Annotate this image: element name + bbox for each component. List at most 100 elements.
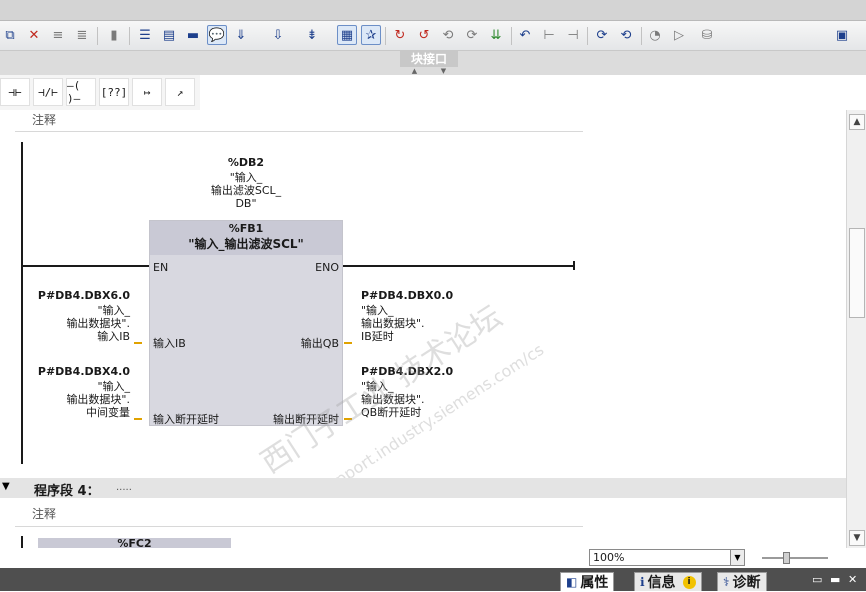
- save-snapshot-icon[interactable]: ⟳: [462, 25, 482, 45]
- nc-contact-button[interactable]: ⊣/⊢: [33, 78, 63, 106]
- input-1-wire: [134, 342, 142, 344]
- call-hierarchy-icon[interactable]: ⊢: [539, 25, 559, 45]
- delete-network-icon[interactable]: ✕: [24, 25, 44, 45]
- toolbar-separator: [385, 27, 386, 45]
- power-rail-4: [21, 536, 23, 548]
- comments-toggle-icon[interactable]: 💬: [207, 25, 227, 45]
- output-2-wire: [344, 418, 352, 420]
- output-operand-1-line: 输出数据块".: [361, 317, 425, 330]
- output-operand-2-address[interactable]: P#DB4.DBX2.0: [361, 365, 453, 378]
- close-branch-button[interactable]: ↗: [165, 78, 195, 106]
- eno-wire: [343, 265, 575, 267]
- open-branch-button[interactable]: ↦: [132, 78, 162, 106]
- monitor-off-icon[interactable]: ↺: [414, 25, 434, 45]
- fb-call-box[interactable]: %FB1 "输入_输出滤波SCL" EN ENO 输入IB 输入断开延时 输出Q…: [149, 220, 343, 426]
- tag-info-icon[interactable]: ⇟: [302, 25, 322, 45]
- open-all-networks-icon[interactable]: ☰: [135, 25, 155, 45]
- zoom-select[interactable]: 100% ▼: [589, 549, 745, 566]
- scroll-thumb[interactable]: [849, 228, 865, 318]
- input-operand-1-line: 输入IB: [97, 330, 130, 343]
- go-online-icon[interactable]: ⟳: [592, 25, 612, 45]
- favorites-star-icon[interactable]: ✰: [361, 25, 381, 45]
- instance-db-name-2: 输出滤波SCL_: [210, 184, 282, 197]
- insert-network-icon[interactable]: ⧉: [0, 25, 20, 45]
- operand-display-icon[interactable]: ⇩: [268, 25, 288, 45]
- input-operand-2-address[interactable]: P#DB4.DBX4.0: [20, 365, 130, 378]
- toolbar-separator: [129, 27, 130, 45]
- load-snapshot-icon[interactable]: ⟲: [438, 25, 458, 45]
- output-operand-1-line: IB延时: [361, 330, 394, 343]
- vertical-scrollbar[interactable]: ▲ ▼: [846, 110, 866, 548]
- panel-toggle-icon[interactable]: ▣: [832, 25, 852, 45]
- minimize-window-icon[interactable]: ▬: [830, 573, 840, 586]
- watch-table-icon[interactable]: ◔: [645, 25, 665, 45]
- comment-divider: [15, 526, 583, 527]
- instance-db-address[interactable]: %DB2: [196, 156, 296, 169]
- input-2-wire: [134, 418, 142, 420]
- trace-icon[interactable]: ▷: [669, 25, 689, 45]
- show-list-icon[interactable]: ▦: [337, 25, 357, 45]
- absolute-operands-icon[interactable]: ▮: [104, 25, 124, 45]
- input-operand-2-line: 输出数据块".: [66, 393, 130, 406]
- coil-button[interactable]: –( )–: [66, 78, 96, 106]
- database-icon[interactable]: ⛁: [697, 25, 717, 45]
- network-4-title-placeholder[interactable]: .....: [116, 482, 132, 493]
- download-icon[interactable]: ⇊: [486, 25, 506, 45]
- lad-editor: 注释 %DB2 "输入_ 输出滤波SCL_ DB" %FB1 "输入_输出滤波S…: [0, 110, 846, 548]
- eno-pin: ENO: [315, 261, 339, 274]
- scroll-down-icon[interactable]: ▼: [849, 530, 865, 546]
- input-pin-1: 输入IB: [153, 337, 186, 350]
- output-operand-1-line: "输入_: [361, 304, 394, 317]
- add-row-icon[interactable]: ≣: [72, 25, 92, 45]
- input-operand-1-line: "输入_: [97, 304, 130, 317]
- tab-info-label: 信息: [647, 575, 676, 591]
- en-wire: [23, 265, 149, 267]
- fc-call-box[interactable]: %FC2: [38, 537, 231, 548]
- tab-diagnostics[interactable]: ⚕ 诊断: [717, 572, 767, 591]
- zoom-slider-knob[interactable]: [783, 552, 790, 564]
- network-4-comment[interactable]: 注释: [32, 505, 56, 522]
- output-operand-2-line: 输出数据块".: [361, 393, 425, 406]
- output-1-wire: [344, 342, 352, 344]
- output-pin-2: 输出断开延时: [273, 413, 339, 426]
- insert-row-icon[interactable]: ≡: [48, 25, 68, 45]
- input-operand-1-line: 输出数据块".: [66, 317, 130, 330]
- input-operand-2-line: "输入_: [97, 380, 130, 393]
- properties-icon: ◧: [566, 575, 578, 589]
- block-interface-handle[interactable]: 块接口: [400, 51, 458, 67]
- tab-properties[interactable]: ◧ 属性: [560, 572, 615, 591]
- network-navigation-icon[interactable]: ⇓: [231, 25, 251, 45]
- input-operand-1-address[interactable]: P#DB4.DBX6.0: [20, 289, 130, 302]
- diagnostics-icon: ⚕: [723, 575, 730, 589]
- monitor-icon[interactable]: ↻: [390, 25, 410, 45]
- collapse-triangle-icon[interactable]: ▼: [2, 481, 10, 492]
- go-offline-icon[interactable]: ⟲: [616, 25, 636, 45]
- fb-name: "输入_输出滤波SCL": [188, 237, 304, 251]
- toolbar-separator: [511, 27, 512, 45]
- no-contact-button[interactable]: ⊣⊢: [0, 78, 30, 106]
- input-pin-2: 输入断开延时: [153, 413, 219, 426]
- lad-instruction-palette: ⊣⊢ ⊣/⊢ –( )– [??] ↦ ↗: [0, 75, 200, 110]
- zoom-value: 100%: [593, 551, 625, 564]
- close-all-networks-icon[interactable]: ▤: [159, 25, 179, 45]
- empty-box-button[interactable]: [??]: [99, 78, 129, 106]
- output-operand-1-address[interactable]: P#DB4.DBX0.0: [361, 289, 453, 302]
- block-interface-grip[interactable]: ▲ ▼: [400, 67, 458, 75]
- zoom-slider-track[interactable]: [762, 557, 828, 559]
- network-4-header[interactable]: ▼ 程序段 4： .....: [0, 478, 846, 499]
- info-badge-icon: i: [682, 575, 696, 589]
- favorites-icon[interactable]: ▬: [183, 25, 203, 45]
- restore-window-icon[interactable]: ▭: [812, 573, 822, 586]
- goto-call-icon[interactable]: ↶: [515, 25, 535, 45]
- output-pin-1: 输出QB: [300, 337, 339, 350]
- toolbar-separator: [641, 27, 642, 45]
- network-comment[interactable]: 注释: [32, 111, 56, 128]
- close-window-icon[interactable]: ✕: [848, 573, 857, 586]
- tab-info[interactable]: ℹ 信息 i: [634, 572, 702, 591]
- wire-end: [573, 261, 575, 270]
- call-structure-icon[interactable]: ⊣: [563, 25, 583, 45]
- scroll-up-icon[interactable]: ▲: [849, 114, 865, 130]
- tab-properties-label: 属性: [580, 575, 609, 591]
- toolbar-separator: [97, 27, 98, 45]
- chevron-down-icon[interactable]: ▼: [730, 550, 744, 565]
